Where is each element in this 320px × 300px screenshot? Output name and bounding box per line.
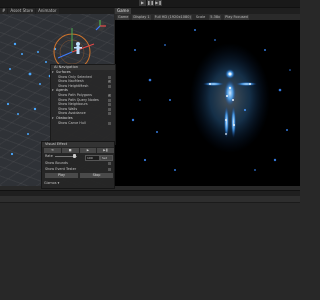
checkbox[interactable] [108, 168, 111, 171]
step-button[interactable]: ▶❚ [97, 148, 114, 153]
checkbox[interactable] [108, 103, 111, 107]
bottom-toolbar [0, 196, 300, 203]
play-button[interactable]: Play [45, 173, 78, 178]
ai-navigation-overlay: AI Navigation ▾ Surfaces Show Only Select… [50, 64, 116, 145]
scale-value[interactable]: 5.38x [209, 14, 222, 20]
checkbox[interactable]: ✓ [108, 93, 111, 97]
show-bounds-row[interactable]: Show Bounds [45, 161, 115, 166]
game-render [131, 29, 291, 171]
game-mode-dropdown[interactable]: Game [117, 14, 130, 20]
rate-slider-knob[interactable] [73, 154, 76, 158]
rate-set-button[interactable]: Set [100, 154, 113, 161]
checkbox[interactable] [108, 98, 111, 102]
checkbox[interactable] [108, 112, 111, 116]
show-event-tester-row[interactable]: Show Event Tester [45, 167, 115, 172]
rate-row: Rate 100 Set [45, 154, 115, 161]
gizmos-dropdown[interactable]: Gizmos ▾ [44, 181, 59, 186]
checkbox[interactable] [108, 84, 111, 88]
display-dropdown[interactable]: Display 1 [132, 14, 151, 20]
pause-icon[interactable]: ❚❚ [147, 0, 154, 6]
play-icon[interactable]: ▶ [139, 0, 146, 6]
bottom-panel [0, 204, 300, 300]
stop-button[interactable]: Stop [80, 173, 113, 178]
rate-label: Rate [45, 154, 53, 158]
play-focused-dropdown[interactable]: Play Focused [224, 14, 249, 20]
stop-icon-button[interactable]: ■ [61, 148, 79, 153]
vfx-button-row: ⟲ ■ ▶ ▶❚ [44, 148, 114, 153]
particle-character [190, 43, 270, 153]
view-gizmo [95, 20, 106, 31]
restart-button[interactable]: ⟲ [44, 148, 61, 153]
resolution-dropdown[interactable]: Full HD (1920x1080) [153, 14, 192, 20]
checkbox[interactable] [108, 75, 111, 79]
step-icon[interactable]: ▶❚ [155, 0, 162, 6]
visual-effect-overlay: Visual Effect ⟲ ■ ▶ ▶❚ Rate 100 Set Show… [41, 141, 115, 189]
scale-label: Scale [195, 14, 206, 19]
vfx-overlay-title: Visual Effect [42, 142, 114, 147]
checkbox[interactable] [108, 162, 111, 165]
play-icon-button[interactable]: ▶ [79, 148, 97, 153]
checkbox[interactable]: ✓ [108, 80, 111, 84]
nav-option[interactable]: Show Carve Hull [51, 121, 115, 126]
rate-value-field[interactable]: 100 [85, 154, 100, 161]
checkbox[interactable] [108, 121, 111, 125]
playback-controls: ▶ ❚❚ ▶❚ [139, 0, 163, 6]
game-view[interactable] [115, 20, 300, 186]
checkbox[interactable] [108, 107, 111, 111]
